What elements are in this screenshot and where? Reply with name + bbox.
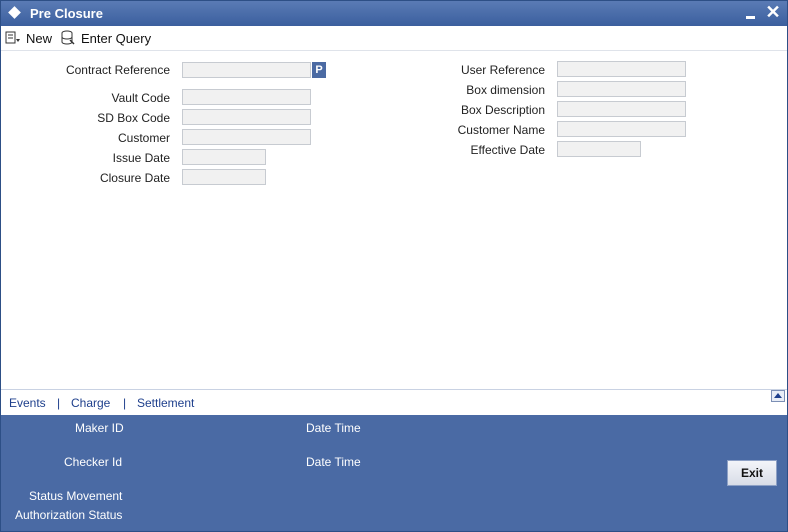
exit-button[interactable]: Exit xyxy=(727,460,777,486)
box-description-label: Box Description xyxy=(460,103,545,117)
checker-date-time-label: Date Time xyxy=(306,455,361,469)
vault-code-label: Vault Code xyxy=(111,91,170,105)
checker-id-label: Checker Id xyxy=(64,455,123,469)
box-description-field[interactable] xyxy=(557,101,686,117)
enter-query-button[interactable]: Enter Query xyxy=(60,29,151,47)
maker-id-label: Maker ID xyxy=(75,421,124,435)
new-label: New xyxy=(26,30,53,46)
minimize-button[interactable] xyxy=(744,9,758,21)
box-dimension-label: Box dimension xyxy=(466,83,545,97)
link-separator: | xyxy=(57,396,61,410)
subsystem-links-bar: Events | Charge | Settlement xyxy=(1,389,787,415)
toolbar: New Enter Query xyxy=(1,26,787,51)
customer-field[interactable] xyxy=(182,129,311,145)
contract-reference-label: Contract Reference xyxy=(65,63,170,77)
pre-closure-window: Pre Closure ✕ New Enter Query Contract R… xyxy=(0,0,788,532)
events-link[interactable]: Events xyxy=(9,396,46,410)
closure-date-label: Closure Date xyxy=(99,171,170,185)
contract-reference-lov-button[interactable]: P xyxy=(312,62,326,78)
customer-name-label: Customer Name xyxy=(457,123,545,137)
new-button[interactable]: New xyxy=(5,29,52,47)
maker-date-time-label: Date Time xyxy=(306,421,361,435)
closure-date-field[interactable] xyxy=(182,169,266,185)
title-bar: Pre Closure ✕ xyxy=(1,1,787,26)
authorization-status-label: Authorization Status xyxy=(15,508,123,522)
close-button[interactable]: ✕ xyxy=(765,2,781,22)
enter-query-label: Enter Query xyxy=(81,30,152,46)
window-title: Pre Closure xyxy=(30,6,103,21)
user-reference-field[interactable] xyxy=(557,61,686,77)
sd-box-code-field[interactable] xyxy=(182,109,311,125)
sd-box-code-label: SD Box Code xyxy=(97,111,170,125)
issue-date-field[interactable] xyxy=(182,149,266,165)
box-dimension-field[interactable] xyxy=(557,81,686,97)
audit-footer: Maker ID Date Time Checker Id Date Time … xyxy=(1,415,787,531)
enter-query-icon xyxy=(61,30,75,45)
link-separator: | xyxy=(123,396,127,410)
effective-date-field[interactable] xyxy=(557,141,641,157)
effective-date-label: Effective Date xyxy=(470,143,545,157)
user-reference-label: User Reference xyxy=(460,63,545,77)
issue-date-label: Issue Date xyxy=(112,151,170,165)
customer-name-field[interactable] xyxy=(557,121,686,137)
settlement-link[interactable]: Settlement xyxy=(137,396,194,410)
diamond-icon xyxy=(8,6,21,19)
status-movement-label: Status Movement xyxy=(29,489,123,503)
new-document-icon xyxy=(5,31,20,44)
contract-reference-field[interactable] xyxy=(182,62,311,78)
collapse-up-icon[interactable] xyxy=(771,390,785,402)
vault-code-field[interactable] xyxy=(182,89,311,105)
charge-link[interactable]: Charge xyxy=(71,396,110,410)
customer-label: Customer xyxy=(117,131,170,145)
